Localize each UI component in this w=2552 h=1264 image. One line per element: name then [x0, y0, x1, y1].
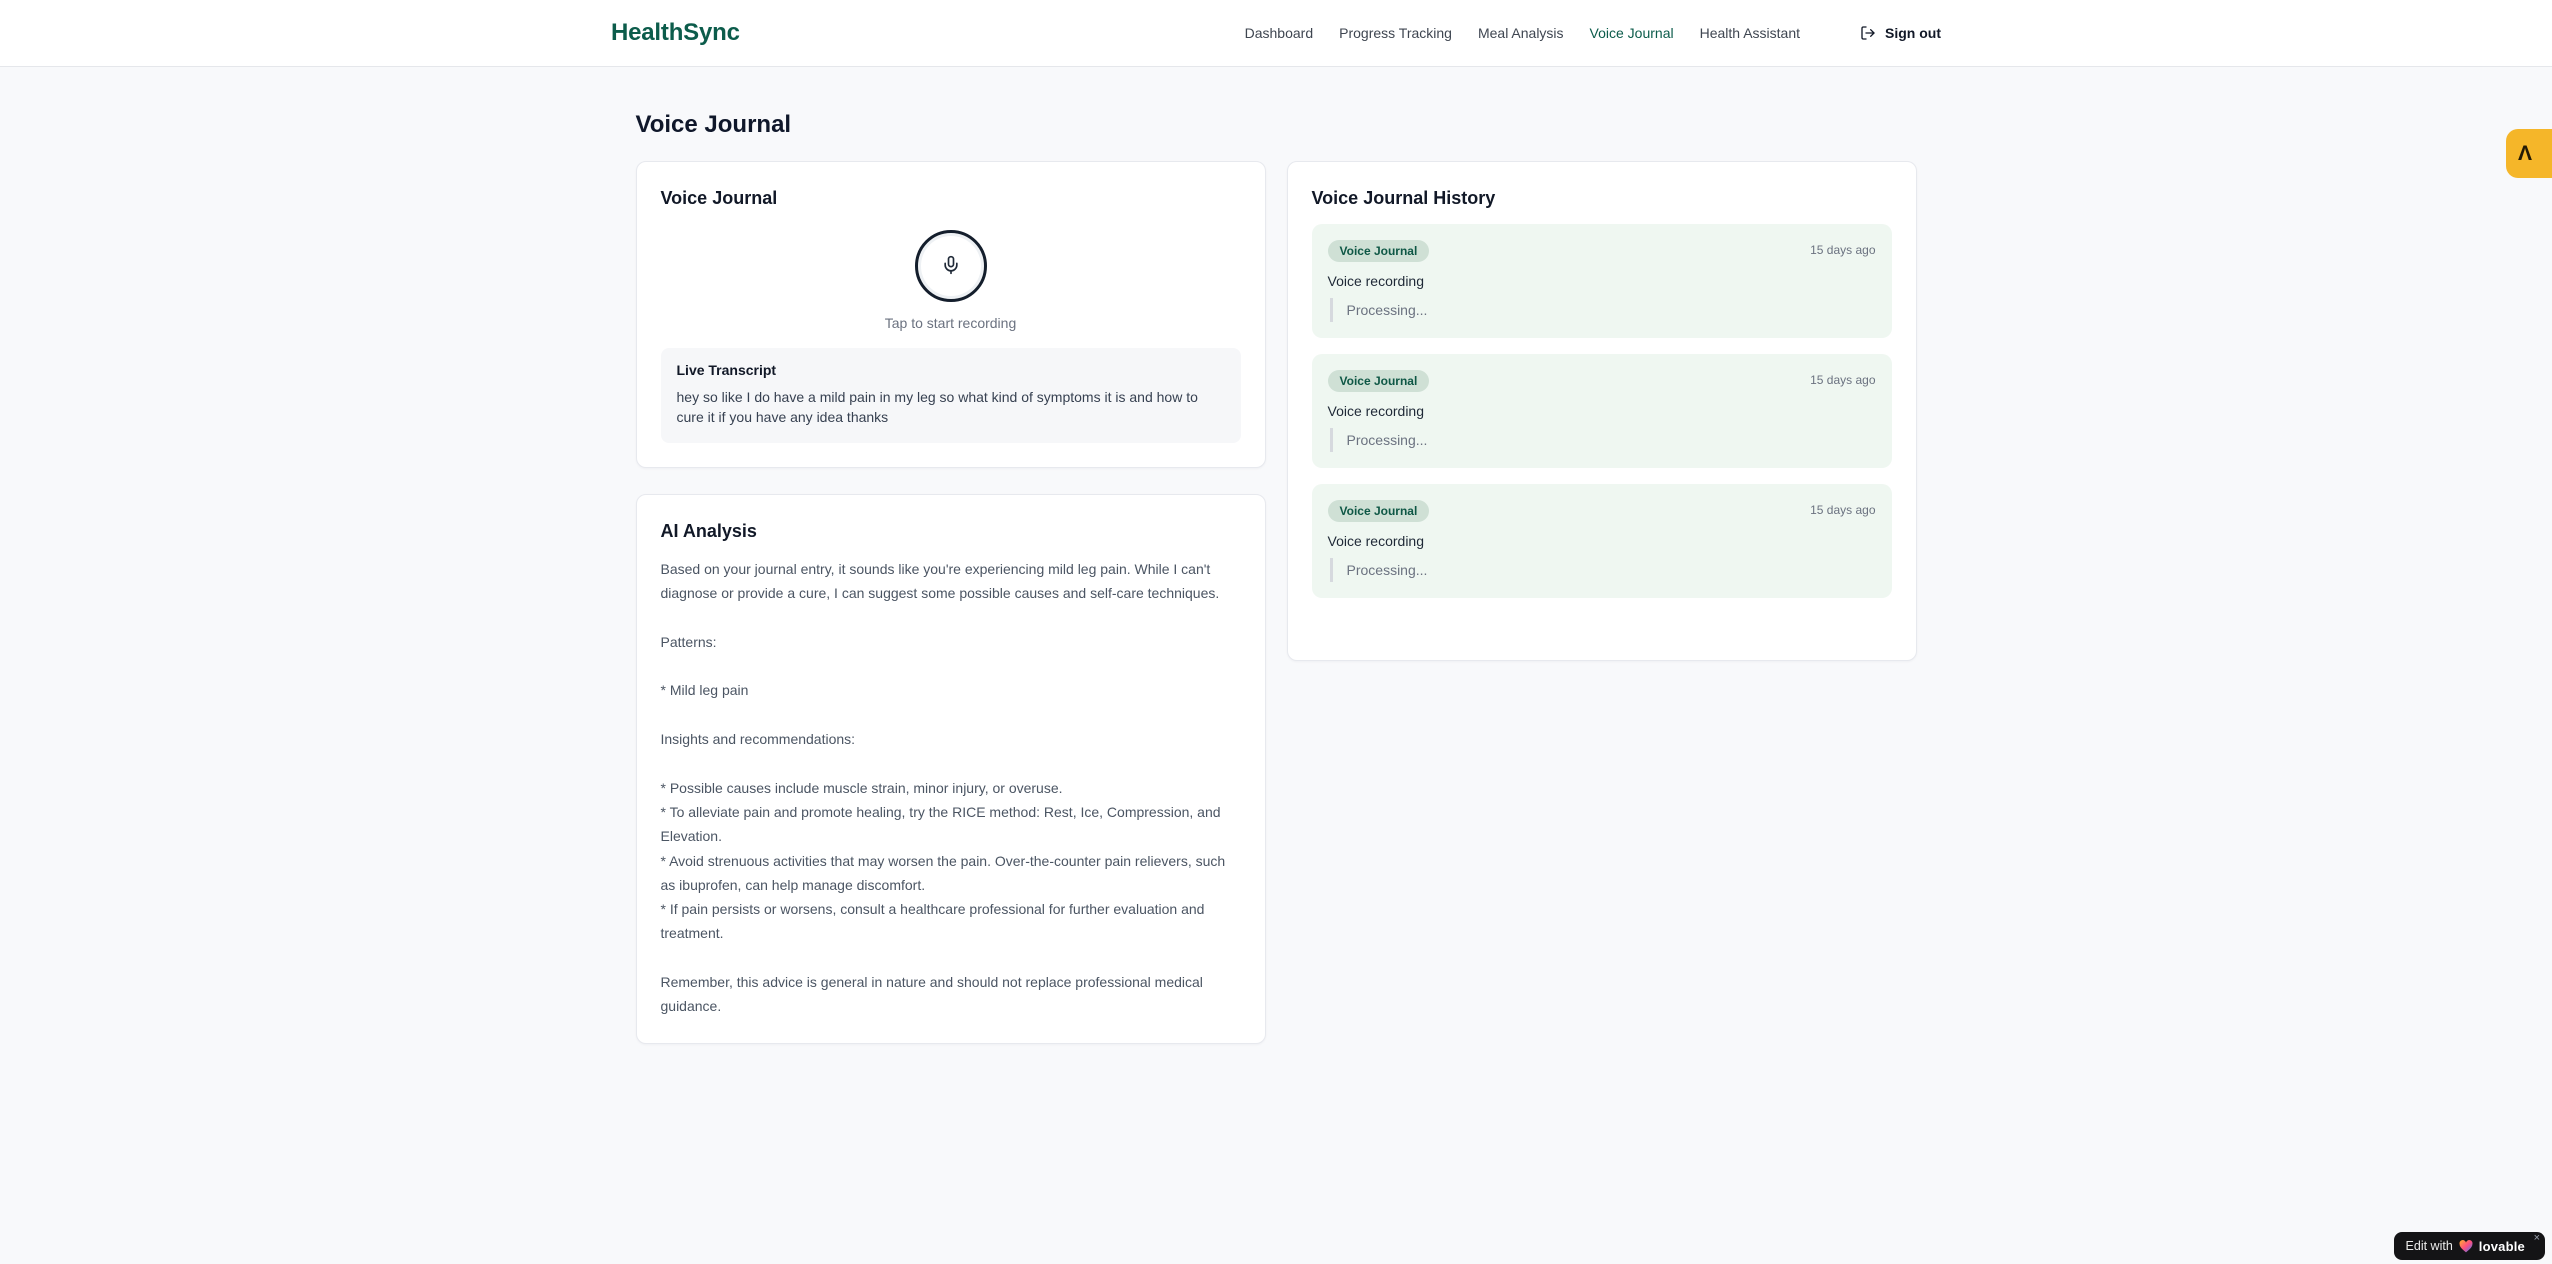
main-content: Voice Journal Voice Journal Tap to start…	[635, 67, 1917, 1044]
gradient-heart-icon	[2459, 1239, 2473, 1253]
edit-with-label: Edit with	[2405, 1239, 2453, 1253]
voice-recorder-card: Voice Journal Tap to start recording Liv…	[635, 161, 1266, 468]
history-entry[interactable]: Voice Journal 15 days ago Voice recordin…	[1311, 354, 1892, 468]
close-icon[interactable]: ×	[2534, 1233, 2540, 1244]
nav-item-dashboard[interactable]: Dashboard	[1245, 25, 1314, 41]
sign-out-label: Sign out	[1885, 25, 1941, 41]
entry-type-badge: Voice Journal	[1327, 370, 1430, 392]
entry-timestamp: 15 days ago	[1810, 373, 1876, 387]
nav-item-meal-analysis[interactable]: Meal Analysis	[1478, 25, 1564, 41]
nav-item-health-assistant[interactable]: Health Assistant	[1700, 25, 1800, 41]
live-transcript-text: hey so like I do have a mild pain in my …	[676, 389, 1198, 425]
history-card-title: Voice Journal History	[1311, 188, 1496, 208]
entry-timestamp: 15 days ago	[1810, 503, 1876, 517]
microphone-icon	[941, 255, 961, 278]
nav-item-voice-journal[interactable]: Voice Journal	[1590, 25, 1674, 41]
ai-analysis-title: AI Analysis	[660, 521, 757, 541]
main-nav: Dashboard Progress Tracking Meal Analysi…	[1245, 25, 1941, 41]
entry-title: Voice recording	[1327, 533, 1425, 549]
history-entry[interactable]: Voice Journal 15 days ago Voice recordin…	[1311, 224, 1892, 338]
record-button[interactable]	[914, 230, 987, 302]
page-title: Voice Journal	[635, 111, 792, 138]
entry-status: Processing...	[1329, 428, 1876, 452]
sign-out-button[interactable]: Sign out	[1860, 25, 1941, 41]
entry-title: Voice recording	[1327, 273, 1425, 289]
entry-status: Processing...	[1329, 298, 1876, 322]
history-entry[interactable]: Voice Journal 15 days ago Voice recordin…	[1311, 484, 1892, 598]
live-transcript-box: Live Transcript hey so like I do have a …	[660, 348, 1241, 443]
ai-analysis-card: AI Analysis Based on your journal entry,…	[635, 494, 1266, 1044]
entry-type-badge: Voice Journal	[1327, 240, 1430, 262]
log-out-icon	[1860, 25, 1876, 41]
entry-title: Voice recording	[1327, 403, 1425, 419]
live-transcript-title: Live Transcript	[676, 362, 777, 378]
top-navbar: HealthSync Dashboard Progress Tracking M…	[0, 0, 2552, 67]
voice-journal-history-card: Voice Journal History Voice Journal 15 d…	[1286, 161, 1917, 661]
lambda-logo-icon: Λ	[2518, 142, 2533, 165]
app-logo: HealthSync	[611, 19, 740, 46]
floating-widget-button[interactable]: Λ	[2506, 129, 2552, 178]
lovable-brand-label: lovable	[2478, 1238, 2525, 1254]
tap-to-record-hint: Tap to start recording	[884, 315, 1017, 331]
entry-status: Processing...	[1329, 558, 1876, 582]
ai-analysis-body: Based on your journal entry, it sounds l…	[660, 561, 1226, 1015]
recorder-card-title: Voice Journal	[660, 188, 778, 208]
history-list: Voice Journal 15 days ago Voice recordin…	[1311, 224, 1892, 598]
entry-timestamp: 15 days ago	[1810, 243, 1876, 257]
nav-item-progress-tracking[interactable]: Progress Tracking	[1339, 25, 1452, 41]
edit-with-lovable-badge[interactable]: Edit with lovable ×	[2393, 1232, 2545, 1260]
entry-type-badge: Voice Journal	[1327, 500, 1430, 522]
